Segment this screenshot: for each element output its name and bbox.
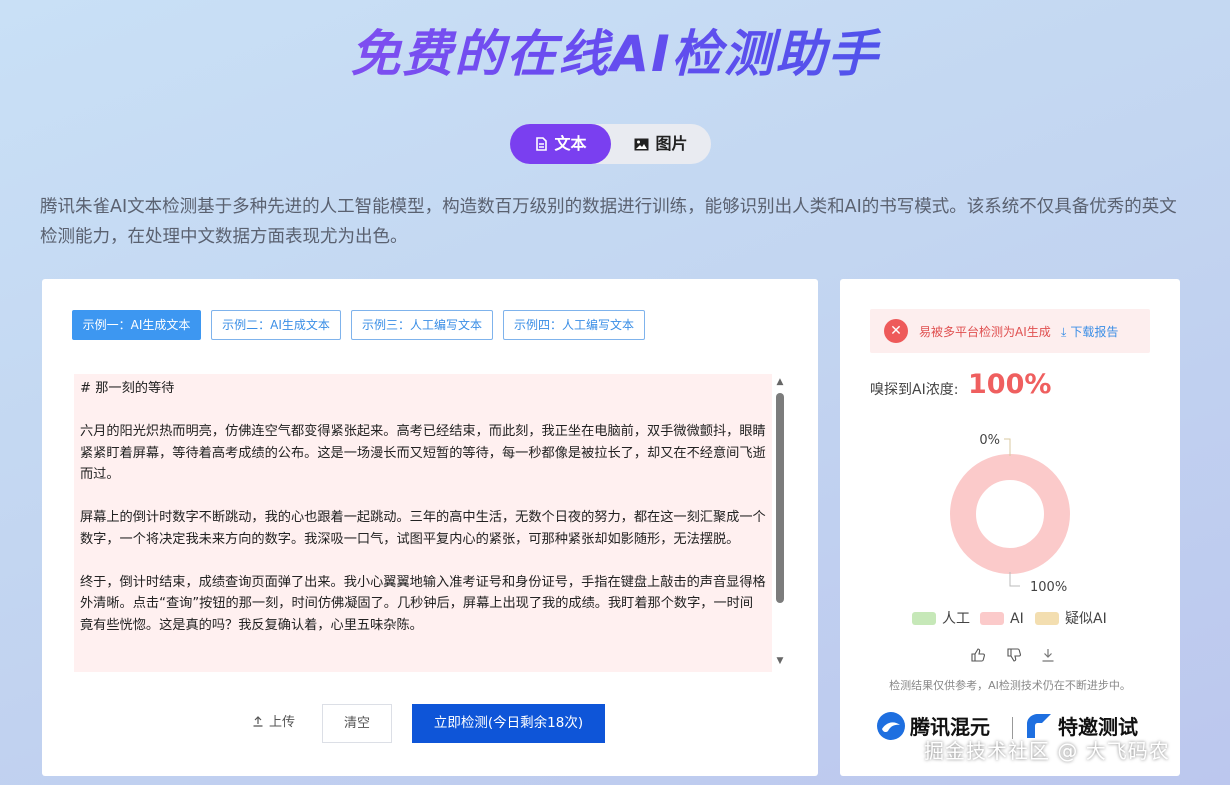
donut-chart: 0% 100% [950,433,1070,595]
upload-label: 上传 [269,715,296,730]
disclaimer-text: 检测结果仅供参考，AI检测技术仍在不断进步中。 [889,679,1131,692]
text-paragraph: 六月的阳光炽热而明亮，仿佛连空气都变得紧张起来。高考已经结束，而此刻，我正坐在电… [80,424,766,482]
legend-swatch [912,612,936,625]
result-panel: ✕ 易被多平台检测为AI生成 ⤓ 下载报告 嗅探到AI浓度: 100% 0% 100… [840,279,1180,776]
text-paragraph: 屏幕上的倒计时数字不断跳动，我的心也跟着一起跳动。三年的高中生活，无数个日夜的努… [80,510,766,547]
watermark: 掘金技术社区 @ 大飞码农 [924,739,1170,763]
warning-text: 易被多平台检测为AI生成 [919,325,1051,339]
thumbs-up-icon[interactable] [970,647,986,663]
concentration-label: 嗅探到AI浓度: [870,382,959,398]
error-icon: ✕ [884,319,908,343]
scrollbar-thumb[interactable] [776,393,784,603]
legend-label: 人工 [942,611,970,627]
legend-item[interactable]: AI [980,609,1024,629]
label-leader-line [1009,572,1020,587]
sample-4-button[interactable]: 示例四：人工编写文本 [503,310,645,340]
upload-button[interactable]: 上传 [252,705,308,741]
page-title: 免费的在线AI检测助手 [0,22,1230,86]
sample-3-button[interactable]: 示例三：人工编写文本 [351,310,493,340]
hunyuan-logo-icon [877,712,905,740]
concentration-value: 100% [968,369,1052,400]
sample-1-button[interactable]: 示例一：AI生成文本 [72,310,201,340]
text-paragraph: # 那一刻的等待 [80,381,175,396]
legend-swatch [980,612,1004,625]
thumbs-down-icon[interactable] [1006,647,1022,663]
download-label: 下载报告 [1070,325,1119,339]
label-leader-line [1004,438,1011,456]
sample-2-button[interactable]: 示例二：AI生成文本 [211,310,341,340]
detect-button[interactable]: 立即检测(今日剩余18次) [412,704,605,743]
upload-icon [253,716,263,727]
legend-item[interactable]: 人工 [912,609,970,629]
mode-tabs: 文本 图片 [510,124,711,164]
data-label: 100% [1030,580,1067,595]
tab-image[interactable]: 图片 [611,124,711,164]
data-label: 0% [979,433,1000,448]
image-icon [634,138,649,151]
legend-label: 疑似AI [1065,611,1107,627]
clear-button[interactable]: 清空 [322,704,392,743]
input-panel: 示例一：AI生成文本 示例二：AI生成文本 示例三：人工编写文本 示例四：人工编… [42,279,818,776]
text-input-area[interactable]: # 那一刻的等待 六月的阳光炽热而明亮，仿佛连空气都变得紧张起来。高考已经结束，… [74,374,772,672]
donut-slice-AI [950,454,1070,574]
document-icon [536,137,548,151]
tab-text[interactable]: 文本 [510,124,611,164]
tab-text-label: 文本 [554,134,587,153]
download-icon: ⤓ [1061,325,1067,339]
download-icon[interactable] [1040,647,1056,663]
ai-warning-banner: ✕ 易被多平台检测为AI生成 ⤓ 下载报告 [870,309,1150,353]
text-paragraph: 终于，倒计时结束，成绩查询页面弹了出来。我小心翼翼地输入准考证号和身份证号，手指… [80,574,766,633]
tab-image-label: 图片 [655,134,688,153]
scroll-down-arrow[interactable]: ▼ [775,656,785,666]
intro-description: 腾讯朱雀AI文本检测基于多种先进的人工智能模型，构造数百万级别的数据进行训练，能… [40,197,1177,247]
scroll-up-arrow[interactable]: ▲ [775,377,785,387]
legend-swatch [1035,612,1059,625]
legend-item[interactable]: 疑似AI [1035,609,1107,629]
legend-label: AI [1010,611,1024,627]
download-report-link[interactable]: ⤓ 下载报告 [1061,323,1118,340]
